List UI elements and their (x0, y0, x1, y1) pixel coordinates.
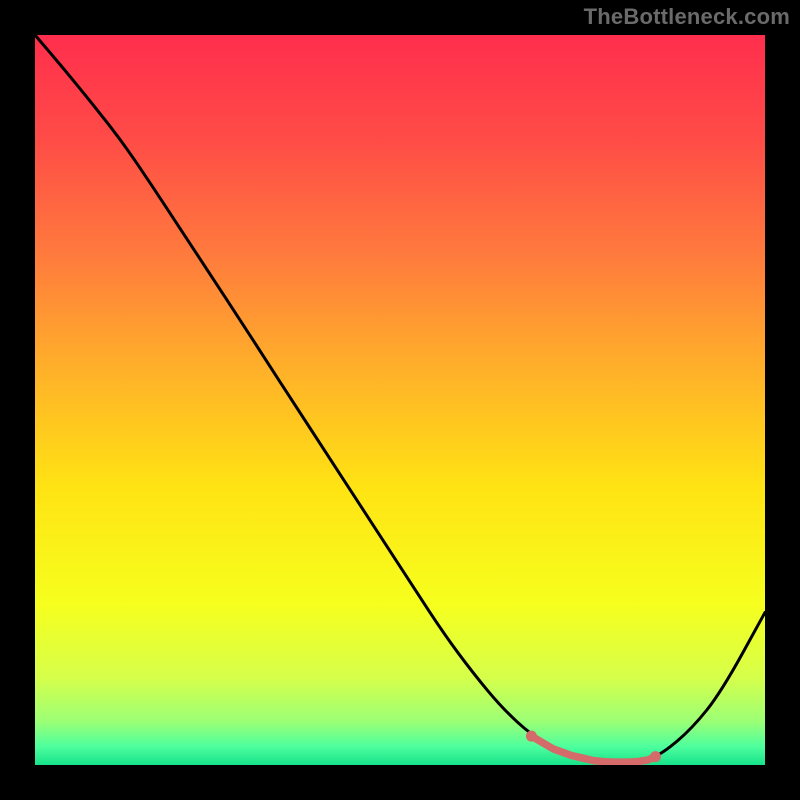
chart-svg (35, 35, 765, 765)
watermark-text: TheBottleneck.com (584, 4, 790, 30)
highlight-dot (526, 731, 537, 742)
gradient-background (35, 35, 765, 765)
chart-plot-area (35, 35, 765, 765)
highlight-dot (650, 751, 661, 762)
